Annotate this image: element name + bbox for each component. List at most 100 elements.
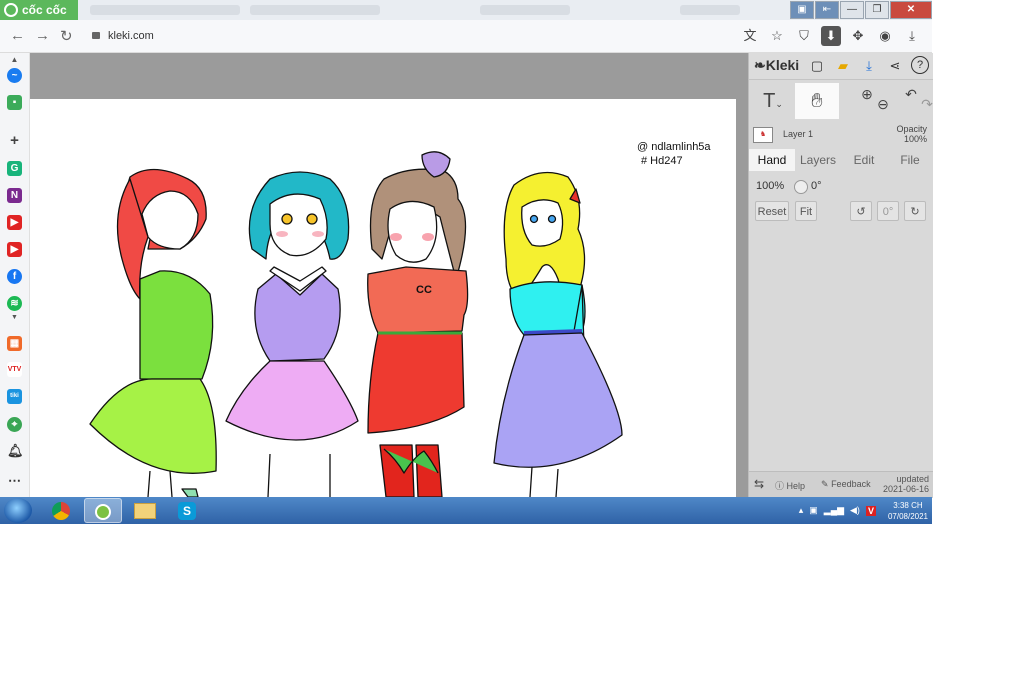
tab-hand[interactable]: Hand — [749, 149, 795, 171]
canvas-viewport[interactable]: CC @ ndlamlinh5a # Hd247 — [30, 53, 748, 497]
new-image-icon[interactable]: ▢ — [807, 56, 827, 76]
tab-file[interactable]: File — [887, 149, 933, 171]
volume-icon[interactable]: ◀) — [850, 505, 860, 516]
onenote-icon[interactable]: N — [7, 188, 22, 203]
layer-thumbnail-icon: ♞ — [753, 127, 773, 143]
coccoc-logo-icon — [4, 3, 18, 17]
updated-info: updated 2021-06-16 — [883, 474, 929, 494]
shop-icon[interactable]: ▦ — [7, 336, 22, 351]
tray-expand-icon[interactable]: ▴ — [799, 505, 804, 516]
file-explorer-taskbar-icon[interactable] — [126, 498, 164, 523]
reset-button[interactable]: Reset — [755, 201, 789, 221]
minimize-button[interactable]: — — [840, 1, 864, 19]
drawing-canvas[interactable]: CC @ ndlamlinh5a # Hd247 — [30, 99, 736, 497]
rotation-dial-icon[interactable] — [794, 180, 808, 194]
kleki-header: ❧Kleki ▢ ▰ ⤓ ⋖ ? — [749, 53, 933, 80]
maps-icon[interactable]: ⌖ — [7, 417, 22, 432]
address-bar[interactable]: kleki.com — [86, 26, 726, 46]
help-icon[interactable]: ? — [911, 56, 929, 74]
youtube-icon[interactable]: ▶ — [7, 215, 22, 230]
hand-tool-icon[interactable]: ✋︎ — [795, 83, 839, 119]
rotate-left-button[interactable]: ↺ — [850, 201, 872, 221]
rotate-right-button[interactable]: ↻ — [904, 201, 926, 221]
taskbar-clock[interactable]: 3:38 CH 07/08/2021 — [888, 500, 928, 522]
feedback-link[interactable]: ✎ Feedback — [821, 479, 871, 490]
shield-icon[interactable]: ⛉ — [794, 26, 814, 46]
artwork-four-girls: CC — [89, 151, 623, 497]
rotate-reset-button[interactable]: 0° — [877, 201, 899, 221]
kleki-logo[interactable]: ❧Kleki — [754, 57, 799, 74]
more-icon[interactable]: ⋯ — [7, 473, 22, 488]
tab-edit[interactable]: Edit — [841, 149, 887, 171]
tab-3[interactable] — [480, 5, 570, 15]
spotify-icon[interactable]: ≋ — [7, 296, 22, 311]
profile-icon[interactable]: ◉ — [875, 26, 895, 46]
kleki-footer: ⇆ ⓘ Help ✎ Feedback updated 2021-06-16 — [749, 471, 933, 498]
reload-icon[interactable]: ↻ — [60, 27, 73, 45]
kleki-tabs: Hand Layers Edit File — [749, 149, 933, 171]
window-controls: ▣ ⇤ — ❐ ✕ — [789, 0, 932, 20]
facebook-icon[interactable]: f — [7, 269, 22, 284]
puzzle-icon[interactable]: ✥ — [848, 26, 868, 46]
fit-button[interactable]: Fit — [795, 201, 817, 221]
start-button[interactable] — [4, 498, 32, 523]
layer-preview[interactable]: ♞ Layer 1 Opacity 100% — [749, 123, 933, 147]
girl-blonde-hair — [493, 171, 623, 497]
back-arrow-icon[interactable]: ← — [10, 27, 25, 44]
tab-4[interactable] — [680, 5, 740, 15]
vtv-icon[interactable]: VTV — [7, 362, 22, 377]
tab-1[interactable] — [90, 5, 240, 15]
games-icon[interactable]: ▪ — [7, 95, 22, 110]
close-button[interactable]: ✕ — [890, 1, 932, 19]
layer-opacity: Opacity 100% — [896, 124, 927, 144]
kleki-title: Kleki — [765, 57, 800, 73]
shirt-logo-text: CC — [416, 284, 432, 296]
extension-icon[interactable]: ▣ — [790, 1, 814, 19]
add-icon[interactable]: + — [7, 133, 22, 148]
tab-layers[interactable]: Layers — [795, 149, 841, 171]
zoom-level: 100% — [756, 180, 785, 192]
coccoc-menu-button[interactable]: cốc cốc — [0, 0, 78, 20]
notifications-icon[interactable]: 🔔︎ — [7, 443, 24, 458]
coccoc-taskbar-icon[interactable] — [84, 498, 122, 523]
watermark-tag: # Hd247 — [641, 155, 683, 167]
tiki-icon[interactable]: tiki — [7, 389, 22, 404]
tab-2[interactable] — [250, 5, 380, 15]
grammarly-icon[interactable]: G — [7, 161, 22, 176]
translate-icon[interactable]: 文 — [740, 26, 760, 46]
swap-icon[interactable]: ⇆ — [754, 477, 764, 491]
browser-sidebar: ▲ ~ ▪ + G N ▶ ▶ f ≋ ▼ ▦ VTV tiki ⌖ 🔔︎ ⋯ — [0, 53, 30, 497]
network-icon[interactable]: ▂▄▆ — [824, 505, 844, 516]
star-icon[interactable]: ☆ — [767, 26, 787, 46]
download-page-icon[interactable]: ⬇ — [821, 26, 841, 46]
help-link[interactable]: ⓘ Help — [775, 479, 805, 492]
chrome-taskbar-icon[interactable] — [42, 498, 80, 523]
opacity-value: 100% — [903, 134, 927, 144]
downloads-icon[interactable]: ⤓ — [902, 26, 922, 46]
tray-app-icon[interactable]: ▣ — [809, 505, 818, 516]
skype-taskbar-icon[interactable]: S — [168, 498, 206, 523]
vpn-icon[interactable]: V — [865, 505, 876, 516]
lock-icon — [92, 32, 100, 39]
scroll-down-icon[interactable]: ▼ — [7, 314, 22, 321]
artist-watermark: @ ndlamlinh5a # Hd247 — [637, 140, 711, 168]
feedback-label: Feedback — [831, 479, 871, 489]
forward-arrow-icon[interactable]: → — [35, 27, 50, 44]
kleki-panel: ❧Kleki ▢ ▰ ⤓ ⋖ ? T⌄ ✋︎ ⊕ ⊖ ↶ ↷ ♞ Layer 1… — [748, 53, 933, 498]
restore-button[interactable]: ❐ — [865, 1, 889, 19]
open-folder-icon[interactable]: ▰ — [833, 56, 853, 76]
scroll-up-icon[interactable]: ▲ — [7, 56, 22, 64]
download-icon[interactable]: ⤓ — [859, 56, 879, 76]
back-icon[interactable]: ⇤ — [815, 1, 839, 19]
girl-brown-hair — [367, 151, 469, 497]
help-label: Help — [786, 481, 806, 491]
youtube-music-icon[interactable]: ▶ — [7, 242, 22, 257]
rotation-angle: 0° — [811, 180, 822, 192]
text-tool-icon[interactable]: T⌄ — [751, 83, 795, 119]
messenger-icon[interactable]: ~ — [7, 68, 22, 83]
hand-tool-settings: 100% 0° Reset Fit ↺ 0° ↻ — [749, 173, 933, 233]
share-icon[interactable]: ⋖ — [885, 56, 905, 76]
clock-date: 07/08/2021 — [887, 511, 928, 521]
girl-teal-hair — [225, 171, 359, 497]
girl-red-hair — [89, 168, 217, 497]
